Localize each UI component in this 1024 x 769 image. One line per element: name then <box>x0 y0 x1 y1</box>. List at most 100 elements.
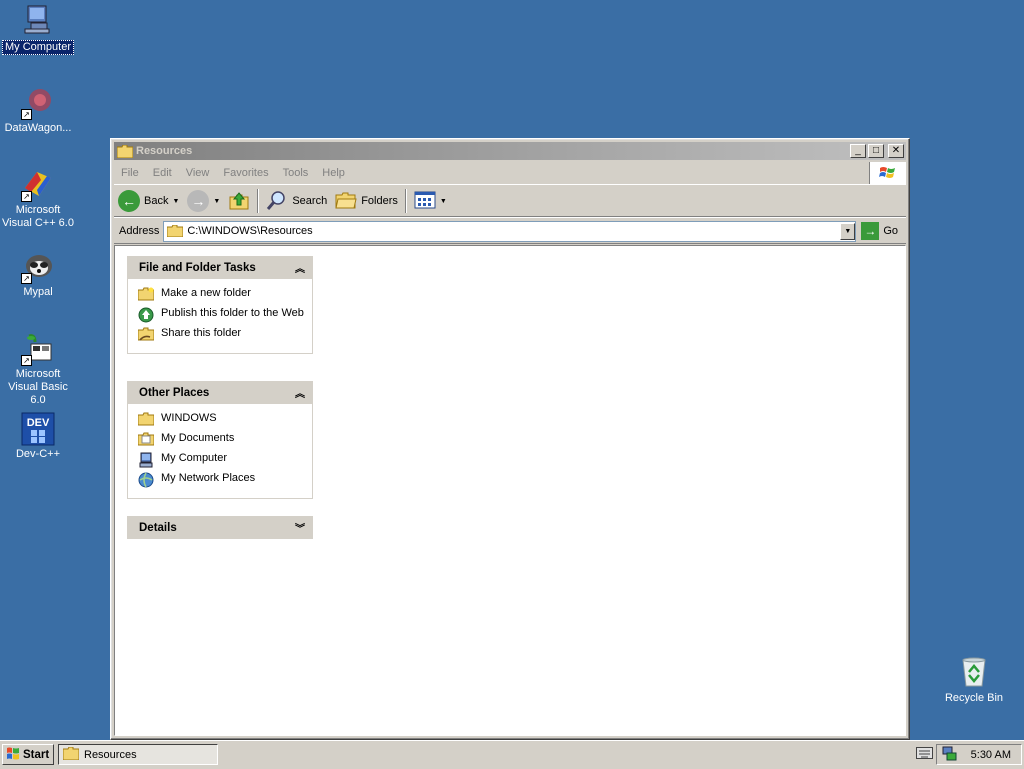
menu-edit[interactable]: Edit <box>146 167 179 179</box>
dev-cpp-icon: DEV <box>21 412 55 446</box>
back-label: Back <box>144 195 169 207</box>
place-label: My Network Places <box>161 472 256 484</box>
start-button[interactable]: Start <box>2 744 54 765</box>
shortcut-arrow-icon: ↗ <box>21 273 32 284</box>
maximize-button[interactable]: □ <box>868 144 884 158</box>
standard-toolbar: ← Back ▼ → ▼ Search Folders ▼ <box>114 186 906 217</box>
pane-body: WINDOWS My Documents My Computer My Netw… <box>127 404 313 499</box>
windows-logo-icon <box>869 162 906 184</box>
recycle-bin-icon <box>957 656 991 690</box>
other-places-pane: Other Places ︽ WINDOWS My Documents My C… <box>127 381 313 499</box>
pane-header[interactable]: File and Folder Tasks ︽ <box>127 256 313 279</box>
collapse-chevron-icon[interactable]: ︽ <box>295 260 305 275</box>
task-share-folder[interactable]: Share this folder <box>137 327 312 341</box>
menu-tools[interactable]: Tools <box>276 167 316 179</box>
close-button[interactable]: ✕ <box>888 144 904 158</box>
folders-label: Folders <box>361 195 398 207</box>
menu-bar: File Edit View Favorites Tools Help <box>114 162 906 185</box>
task-label: Publish this folder to the Web <box>161 307 304 319</box>
clock[interactable]: 5:30 AM <box>971 749 1011 761</box>
address-dropdown-button[interactable]: ▼ <box>840 222 856 240</box>
shortcut-arrow-icon: ↗ <box>21 191 32 202</box>
desktop-icon-dev-cpp[interactable]: DEV Dev-C++ <box>0 412 78 461</box>
taskbar-button-resources[interactable]: Resources <box>58 744 218 765</box>
back-button[interactable]: ← Back ▼ <box>114 188 183 214</box>
title-bar[interactable]: Resources _ □ ✕ <box>114 142 906 160</box>
desktop-icon-visual-cpp[interactable]: ↗ Microsoft Visual C++ 6.0 <box>0 168 78 230</box>
place-my-documents[interactable]: My Documents <box>137 432 312 446</box>
collapse-chevron-icon[interactable]: ︽ <box>295 385 305 400</box>
place-label: My Computer <box>161 452 228 464</box>
menu-view[interactable]: View <box>179 167 217 179</box>
pane-header[interactable]: Details ︾ <box>127 516 313 539</box>
close-icon: ✕ <box>891 145 901 156</box>
folders-icon <box>335 190 357 213</box>
desktop-icon-visual-basic[interactable]: ↗ Microsoft Visual Basic 6.0 <box>0 332 78 407</box>
dropdown-arrow-icon[interactable]: ▼ <box>172 198 179 205</box>
dropdown-arrow-icon[interactable]: ▼ <box>213 198 220 205</box>
windows-flag-icon <box>6 747 20 763</box>
forward-button[interactable]: → ▼ <box>183 188 224 214</box>
forward-arrow-icon: → <box>187 190 210 212</box>
go-button[interactable]: → Go <box>856 222 906 240</box>
place-label: My Documents <box>161 432 235 444</box>
place-my-network-places[interactable]: My Network Places <box>138 472 312 488</box>
visual-basic-icon: ↗ <box>21 332 55 366</box>
shortcut-arrow-icon: ↗ <box>21 355 32 366</box>
file-folder-tasks-pane: File and Folder Tasks ︽ Make a new folde… <box>127 256 313 354</box>
new-folder-icon <box>137 287 155 301</box>
dropdown-arrow-icon[interactable]: ▼ <box>440 198 447 205</box>
menu-help[interactable]: Help <box>315 167 352 179</box>
share-folder-icon <box>137 327 155 341</box>
folder-icon <box>116 144 134 158</box>
pane-header[interactable]: Other Places ︽ <box>127 381 313 404</box>
address-bar: Address C:\WINDOWS\Resources ▼ → Go <box>114 219 906 244</box>
place-my-computer[interactable]: My Computer <box>138 452 312 468</box>
folder-icon <box>166 224 184 238</box>
task-publish-folder[interactable]: Publish this folder to the Web <box>138 307 312 323</box>
search-button[interactable]: Search <box>262 188 331 214</box>
datawagon-icon: ↗ <box>21 86 55 120</box>
menu-favorites[interactable]: Favorites <box>216 167 275 179</box>
folders-button[interactable]: Folders <box>331 188 402 214</box>
system-tray: 5:30 AM <box>936 744 1022 765</box>
views-button[interactable]: ▼ <box>410 188 451 214</box>
up-button[interactable] <box>224 188 254 214</box>
desktop-icon-label: Recycle Bin <box>944 692 1004 704</box>
desktop-icon-datawagon[interactable]: ↗ DataWagon... <box>0 86 78 135</box>
publish-web-icon <box>138 307 154 323</box>
pane-title: Other Places <box>139 386 210 399</box>
go-arrow-icon: → <box>861 222 880 240</box>
views-icon <box>414 191 436 212</box>
pane-body: Make a new folder Publish this folder to… <box>127 279 313 354</box>
search-icon <box>266 189 288 214</box>
expand-chevron-icon[interactable]: ︾ <box>295 520 305 535</box>
go-label: Go <box>883 225 898 237</box>
desktop-icon-my-computer[interactable]: My Computer <box>0 4 78 55</box>
back-arrow-icon: ← <box>118 190 140 212</box>
network-tray-icon[interactable] <box>941 745 957 764</box>
desktop-icon-label: Mypal <box>23 286 53 298</box>
start-label: Start <box>23 748 50 761</box>
desktop-icon-label: Microsoft Visual Basic 6.0 <box>8 368 68 406</box>
minimize-button[interactable]: _ <box>850 144 866 158</box>
folder-content-area[interactable]: File and Folder Tasks ︽ Make a new folde… <box>114 245 906 736</box>
menu-file[interactable]: File <box>114 167 146 179</box>
visual-cpp-icon: ↗ <box>21 168 55 202</box>
pane-title: Details <box>139 521 177 534</box>
desktop-icon-label: Dev-C++ <box>15 448 61 460</box>
my-documents-icon <box>137 432 155 446</box>
address-label: Address <box>119 225 160 237</box>
desktop-icon-recycle-bin[interactable]: Recycle Bin <box>934 656 1014 705</box>
desktop-icon-label: DataWagon... <box>4 122 72 134</box>
place-label: WINDOWS <box>161 412 217 424</box>
address-input[interactable]: C:\WINDOWS\Resources ▼ <box>163 220 857 242</box>
desktop-icon-label: My Computer <box>1 40 75 55</box>
keyboard-icon[interactable] <box>916 747 933 759</box>
place-windows[interactable]: WINDOWS <box>137 412 312 426</box>
task-make-new-folder[interactable]: Make a new folder <box>137 287 312 301</box>
task-label: Share this folder <box>161 327 242 339</box>
maximize-icon: □ <box>872 145 880 156</box>
my-computer-icon <box>138 452 154 468</box>
desktop-icon-mypal[interactable]: ↗ Mypal <box>0 250 78 299</box>
